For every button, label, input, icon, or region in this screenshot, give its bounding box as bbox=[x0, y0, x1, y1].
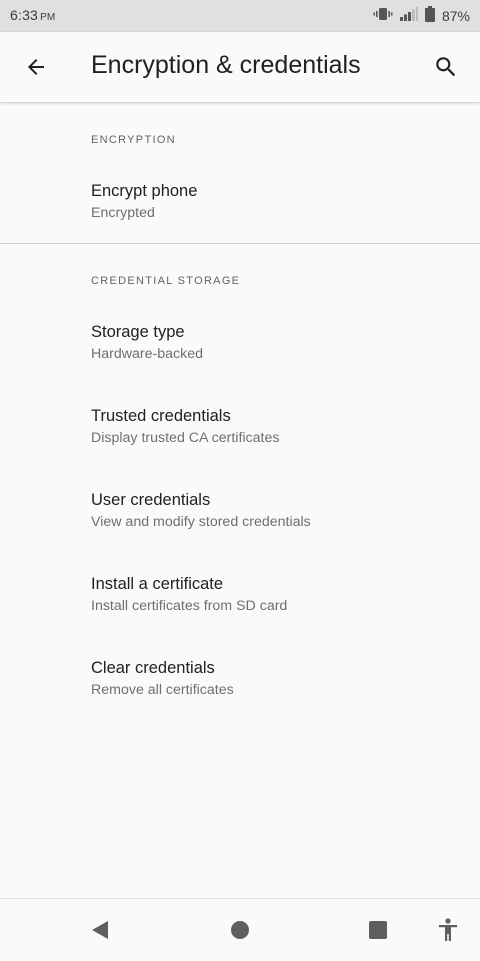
recents-square-icon bbox=[369, 921, 387, 939]
battery-icon bbox=[424, 5, 435, 27]
section-header-encryption: ENCRYPTION bbox=[91, 134, 176, 146]
navigation-bar bbox=[0, 898, 480, 961]
nav-home-button[interactable] bbox=[222, 912, 258, 948]
item-summary: Remove all certificates bbox=[91, 682, 234, 698]
item-title: Install a certificate bbox=[91, 575, 224, 593]
search-icon bbox=[436, 57, 456, 77]
status-time-value: 6:33 bbox=[10, 7, 39, 23]
search-button[interactable] bbox=[428, 49, 464, 85]
nav-accessibility-button[interactable] bbox=[430, 912, 466, 948]
status-bar: 6:33 PM 87% bbox=[0, 0, 480, 32]
home-circle-icon bbox=[231, 921, 249, 939]
item-summary: Hardware-backed bbox=[91, 346, 203, 362]
list-item-storage-type[interactable]: Storage type Hardware-backed bbox=[0, 301, 480, 385]
status-time-ampm: PM bbox=[40, 12, 56, 23]
battery-percent: 87% bbox=[441, 8, 470, 24]
item-summary: Install certificates from SD card bbox=[91, 598, 288, 614]
status-icons: 87% bbox=[373, 5, 470, 27]
list-item-user-credentials[interactable]: User credentials View and modify stored … bbox=[0, 469, 480, 553]
nav-recents-button[interactable] bbox=[360, 912, 396, 948]
back-triangle-icon bbox=[92, 921, 108, 939]
list-item-trusted-credentials[interactable]: Trusted credentials Display trusted CA c… bbox=[0, 385, 480, 469]
item-title: Trusted credentials bbox=[91, 407, 231, 425]
section-header-credential-storage: CREDENTIAL STORAGE bbox=[91, 275, 241, 287]
item-title: Encrypt phone bbox=[91, 182, 198, 200]
back-arrow-icon bbox=[28, 59, 44, 75]
item-summary: Display trusted CA certificates bbox=[91, 430, 280, 446]
item-title: User credentials bbox=[91, 491, 211, 509]
section-divider bbox=[0, 243, 480, 244]
item-title: Storage type bbox=[91, 323, 185, 341]
list-item-install-certificate[interactable]: Install a certificate Install certificat… bbox=[0, 553, 480, 637]
list-item-encrypt-phone[interactable]: Encrypt phone Encrypted bbox=[0, 160, 480, 244]
accessibility-icon bbox=[439, 918, 457, 941]
item-summary: View and modify stored credentials bbox=[91, 514, 311, 530]
app-bar: Encryption & credentials bbox=[0, 32, 480, 102]
nav-back-button[interactable] bbox=[82, 912, 118, 948]
list-item-clear-credentials[interactable]: Clear credentials Remove all certificate… bbox=[0, 637, 480, 721]
item-summary: Encrypted bbox=[91, 205, 155, 221]
back-button[interactable] bbox=[18, 49, 54, 85]
page-title: Encryption & credentials bbox=[91, 51, 361, 79]
vibrate-icon bbox=[373, 6, 393, 27]
signal-icon bbox=[399, 6, 418, 26]
status-time: 6:33 PM bbox=[10, 7, 55, 23]
item-title: Clear credentials bbox=[91, 659, 215, 677]
